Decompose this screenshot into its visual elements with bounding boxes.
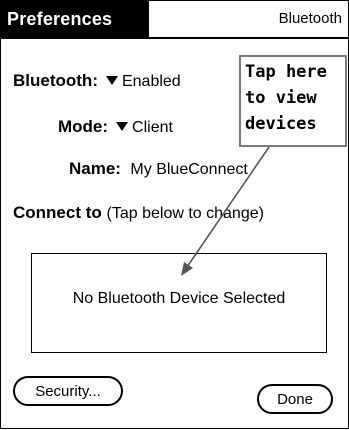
callout-arrow-icon [181,146,270,276]
palm-screen: Preferences Bluetooth Bluetooth: Enabled … [0,0,349,429]
done-button[interactable]: Done [257,384,333,414]
security-button[interactable]: Security... [13,376,123,406]
